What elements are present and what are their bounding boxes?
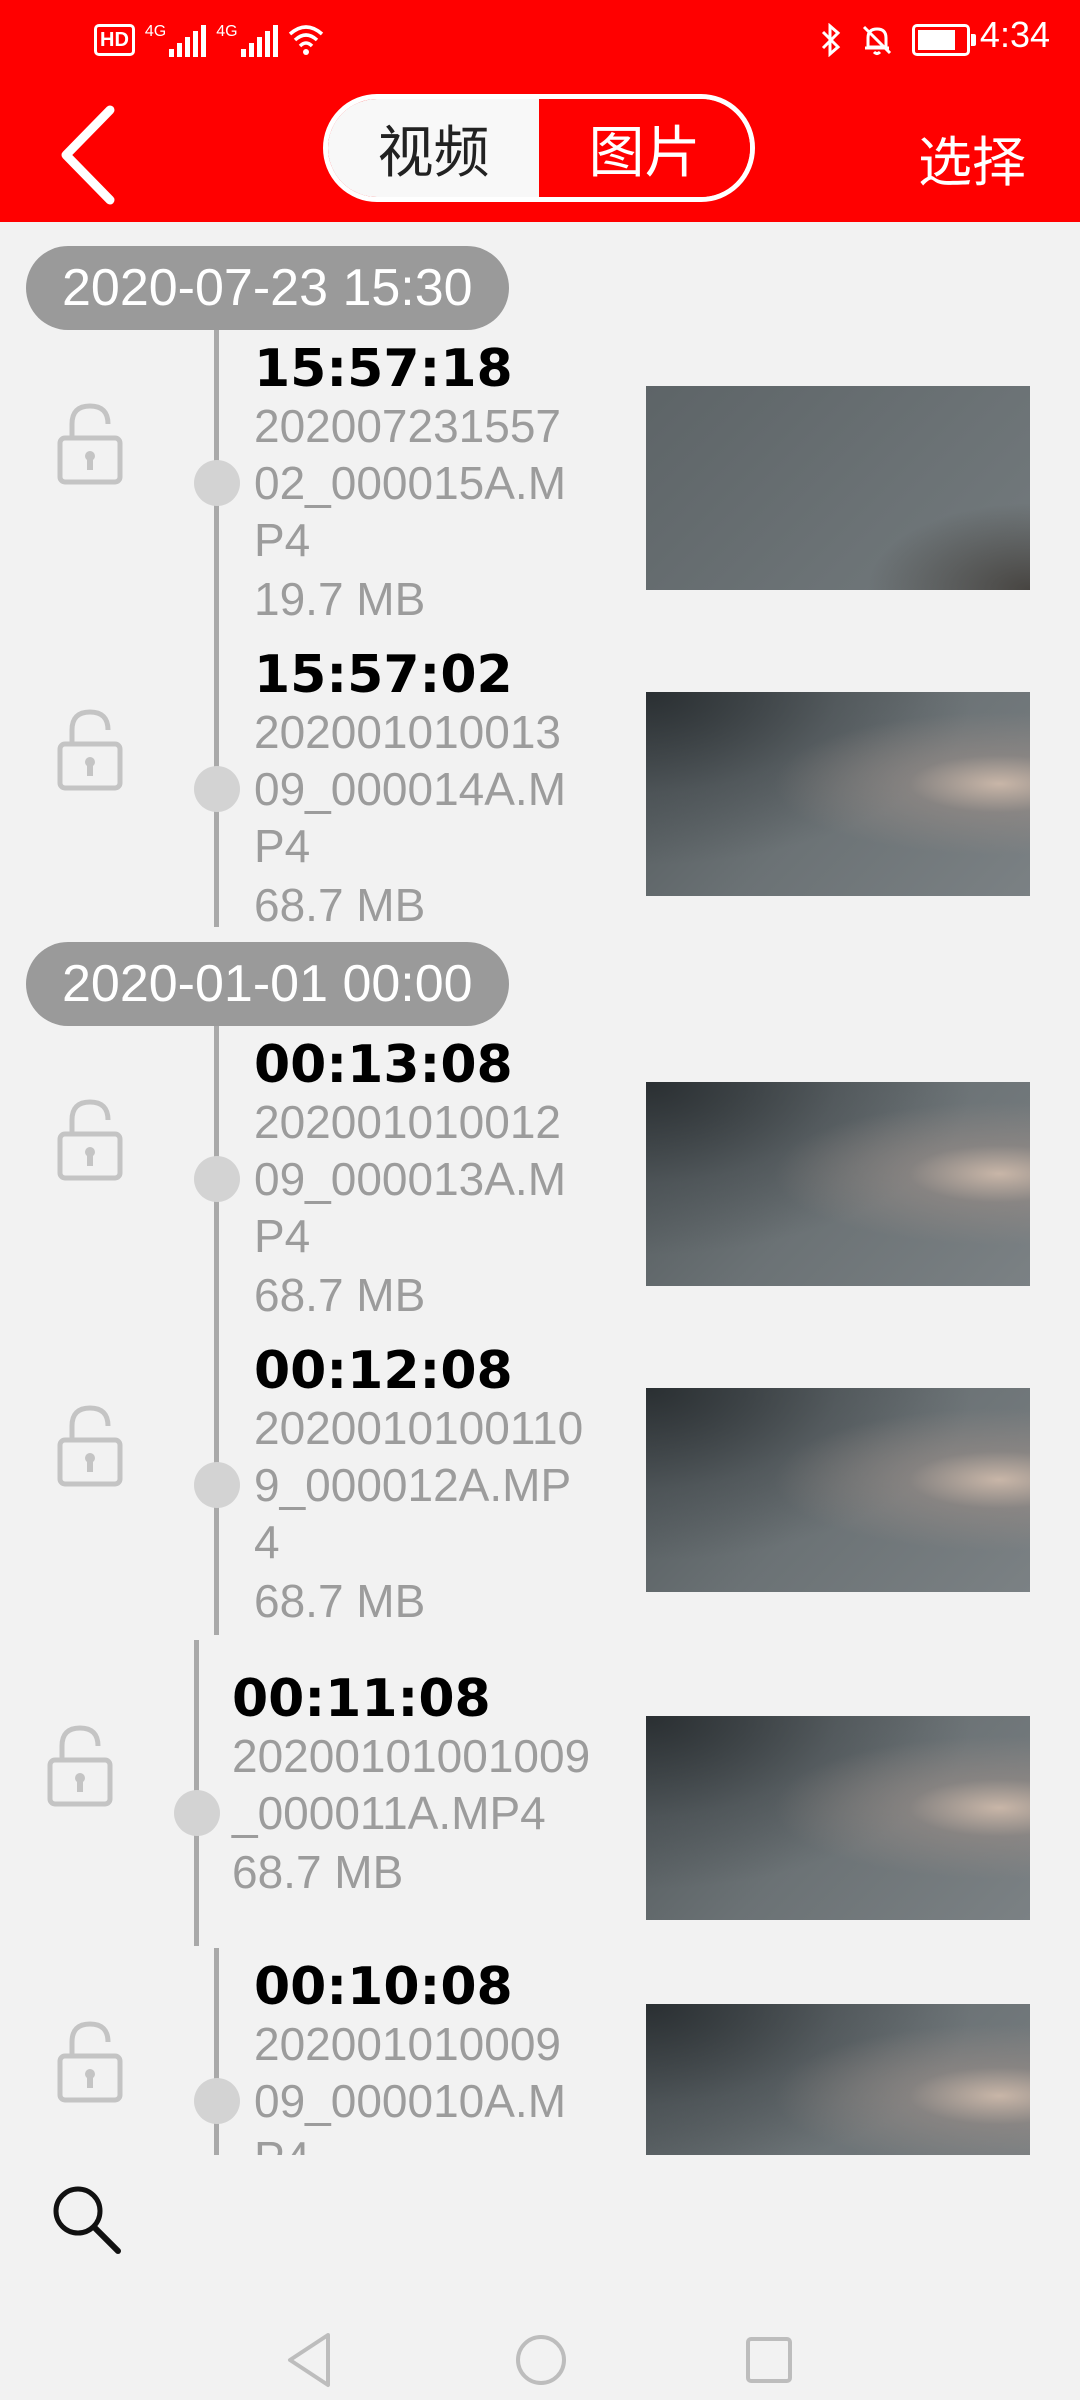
video-thumbnail[interactable] [646,2004,1030,2155]
bell-muted-icon [862,25,892,55]
file-time: 15:57:02 [254,645,513,705]
file-time: 00:12:08 [254,1341,513,1401]
file-info: 00:10:08 20200101000909_000010A.MP4 [254,1958,584,2155]
select-button[interactable]: 选择 [918,118,1026,197]
bottom-bar [0,2155,1080,2400]
file-info: 00:13:08 20200101001209_000013A.MP4 68.7… [254,1036,584,1325]
file-info: 15:57:18 20200723155702_000015A.MP4 19.7… [254,340,584,629]
video-thumbnail[interactable] [646,386,1030,590]
file-name: 20200723155702_000015A.MP4 [254,400,567,566]
unlock-icon[interactable] [56,2018,128,2106]
video-thumbnail[interactable] [646,692,1030,896]
signal-icon-sim1: 4G [145,23,207,57]
hd-volte-icon: HD [94,24,135,56]
unlock-icon[interactable] [56,1096,128,1184]
unlock-icon[interactable] [56,400,128,488]
timeline-dot [194,460,240,506]
timeline-dot [194,2078,240,2124]
file-info: 00:12:08 20200101001109_000012A.MP4 68.7… [254,1342,584,1631]
timeline-dot [194,1156,240,1202]
file-row[interactable]: 00:13:08 20200101001209_000013A.MP4 68.7… [0,1036,1080,1336]
file-time: 00:10:08 [254,1957,513,2017]
file-name: 20200101001209_000013A.MP4 [254,1096,567,1262]
app-header: 视频 图片 选择 [0,80,1080,222]
tab-photo[interactable]: 图片 [539,99,750,197]
file-time: 00:13:08 [254,1035,513,1095]
file-size: 68.7 MB [254,1575,426,1627]
file-name: 20200101000909_000010A.MP4 [254,2018,567,2155]
timeline-dot [194,1462,240,1508]
status-bar: HD 4G 4G 4:34 [0,0,1080,80]
file-time: 00:11:08 [232,1669,491,1729]
video-thumbnail[interactable] [646,1388,1030,1592]
video-thumbnail[interactable] [646,1716,1030,1920]
recents-square-icon[interactable] [734,2325,804,2395]
bluetooth-icon [821,23,841,57]
tab-video[interactable]: 视频 [328,99,539,197]
file-name: 20200101001309_000014A.MP4 [254,706,567,872]
signal-icon-sim2: 4G [216,23,278,57]
file-info: 00:11:08 20200101001009_000011A.MP4 68.7… [232,1670,592,1902]
timeline-dot [194,766,240,812]
status-time: 4:34 [979,14,1050,55]
file-size: 19.7 MB [254,573,426,625]
file-row[interactable]: 15:57:18 20200723155702_000015A.MP4 19.7… [0,340,1080,640]
file-time: 15:57:18 [254,339,513,399]
status-right [820,18,976,62]
file-info: 15:57:02 20200101001309_000014A.MP4 68.7… [254,646,584,935]
file-timeline-list[interactable]: 2020-07-23 15:30 2020-01-01 00:00 15:57:… [0,222,1080,2155]
file-name: 20200101001109_000012A.MP4 [254,1402,584,1568]
unlock-icon[interactable] [56,706,128,794]
unlock-icon[interactable] [46,1722,118,1810]
chevron-left-icon[interactable] [48,100,138,210]
file-size: 68.7 MB [232,1846,404,1898]
video-thumbnail[interactable] [646,1082,1030,1286]
battery-icon [912,24,976,56]
date-group-header: 2020-07-23 15:30 [26,246,509,330]
file-name: 20200101001009_000011A.MP4 [232,1730,591,1839]
file-row[interactable]: 00:12:08 20200101001109_000012A.MP4 68.7… [0,1342,1080,1642]
media-type-toggle: 视频 图片 [323,94,755,202]
home-circle-icon[interactable] [506,2325,576,2395]
back-triangle-icon[interactable] [276,2325,346,2395]
file-row[interactable]: 15:57:02 20200101001309_000014A.MP4 68.7… [0,646,1080,946]
status-left: HD 4G 4G [94,18,324,62]
wifi-icon [288,25,323,55]
date-group-header: 2020-01-01 00:00 [26,942,509,1026]
unlock-icon[interactable] [56,1402,128,1490]
search-icon[interactable] [48,2181,124,2257]
file-size: 68.7 MB [254,1269,426,1321]
timeline-dot [174,1790,220,1836]
file-row[interactable]: 00:11:08 20200101001009_000011A.MP4 68.7… [0,1670,1080,1970]
file-size: 68.7 MB [254,879,426,931]
file-row[interactable]: 00:10:08 20200101000909_000010A.MP4 [0,1958,1080,2155]
